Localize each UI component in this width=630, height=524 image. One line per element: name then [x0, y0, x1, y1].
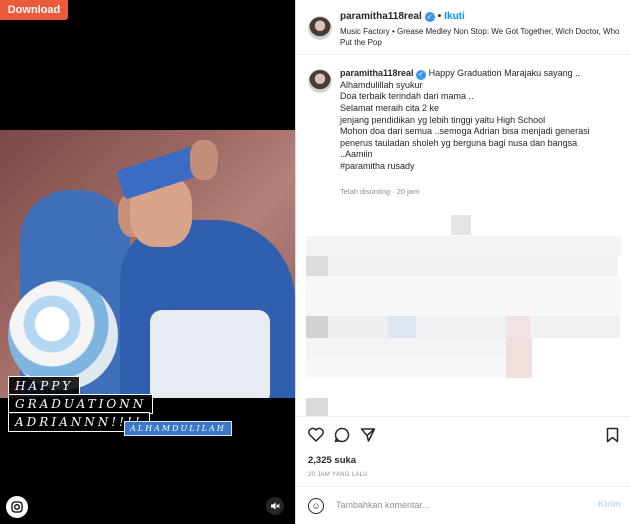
separator: • — [437, 11, 442, 22]
caption-line: penerus tauladan sholeh yg berguna bagi … — [340, 137, 578, 148]
heart-icon[interactable] — [308, 427, 324, 446]
avatar[interactable] — [308, 16, 332, 40]
post-time: 20 JAM YANG LALU — [308, 472, 368, 478]
blurred-block — [306, 316, 328, 338]
blurred-block — [451, 215, 471, 235]
bookmark-icon[interactable] — [606, 427, 619, 447]
share-icon[interactable] — [360, 427, 376, 447]
add-comment-bar: ☺ Kirim — [296, 486, 630, 524]
blurred-block — [306, 276, 621, 316]
likes-count[interactable]: 2,325 suka — [308, 455, 356, 466]
caption-line: jenjang pendidikan yg lebih tinggi yaitu… — [340, 114, 546, 125]
media-caption-line: HAPPY — [8, 376, 81, 396]
blurred-block — [416, 316, 506, 338]
post-photo — [0, 130, 295, 398]
blurred-block — [328, 256, 618, 276]
comment-icon[interactable] — [334, 427, 350, 447]
caption-line: ..Aamiin — [340, 149, 373, 160]
emoji-icon[interactable]: ☺ — [308, 498, 324, 514]
caption-line: Alhamdulillah syukur — [340, 79, 423, 90]
comment-input[interactable] — [336, 497, 576, 513]
post-header: paramitha118real ✓ • Ikuti Music Factory… — [296, 0, 630, 55]
blurred-block — [306, 398, 328, 416]
photo-shape — [8, 280, 118, 390]
follow-button[interactable]: Ikuti — [444, 11, 465, 22]
music-info[interactable]: Music Factory • Grease Medley Non Stop: … — [340, 26, 620, 48]
caption-line: Selamat meraih cita 2 ke — [340, 102, 440, 113]
media-caption-line: GRADUATIONN — [8, 394, 154, 414]
caption-first-line: paramitha118real ✓ Happy Graduation Mara… — [340, 68, 622, 80]
blurred-block — [328, 316, 388, 338]
verified-icon: ✓ — [416, 69, 427, 80]
blurred-block — [306, 338, 506, 358]
photo-shape — [150, 310, 270, 398]
blurred-block — [506, 316, 530, 338]
blurred-block — [506, 338, 532, 378]
blurred-block — [306, 236, 621, 256]
caption-line: Doa terbaik terindah dari mama .. — [340, 91, 474, 102]
header-username-row: paramitha118real ✓ • Ikuti — [340, 11, 465, 22]
post-panel: paramitha118real ✓ • Ikuti Music Factory… — [295, 0, 630, 524]
download-button[interactable]: Download — [0, 0, 68, 20]
media-tag: ALHAMDULILAH — [124, 421, 232, 436]
caption-line: Mohon doa dari semua ..semoga Adrian bis… — [340, 126, 590, 137]
send-comment-button[interactable]: Kirim — [598, 499, 621, 509]
blurred-block — [388, 316, 416, 338]
blurred-block — [530, 316, 620, 338]
blurred-block — [306, 358, 506, 378]
avatar[interactable] — [308, 69, 332, 93]
username-link[interactable]: paramitha118real — [340, 11, 422, 22]
verified-icon: ✓ — [424, 11, 435, 22]
edited-timestamp: Telah disunting · 20 jam — [340, 187, 420, 196]
instagram-icon[interactable] — [6, 496, 28, 518]
media-viewer[interactable]: Download HAPPY GRADUATIONN ADRIANNN!!!! … — [0, 0, 295, 524]
speaker-mute-icon[interactable] — [266, 497, 284, 515]
caption-username[interactable]: paramitha118real — [340, 68, 414, 78]
post-caption: paramitha118real ✓ Happy Graduation Mara… — [340, 68, 622, 173]
comments-list[interactable]: paramitha118real ✓ Happy Graduation Mara… — [296, 56, 630, 416]
photo-shape — [190, 140, 218, 180]
caption-hashtag[interactable]: #paramitha rusady — [340, 161, 622, 173]
caption-line: Happy Graduation Marajaku sayang .. — [428, 68, 581, 78]
blurred-block — [306, 256, 328, 276]
action-bar: 2,325 suka 20 JAM YANG LALU — [296, 416, 630, 486]
